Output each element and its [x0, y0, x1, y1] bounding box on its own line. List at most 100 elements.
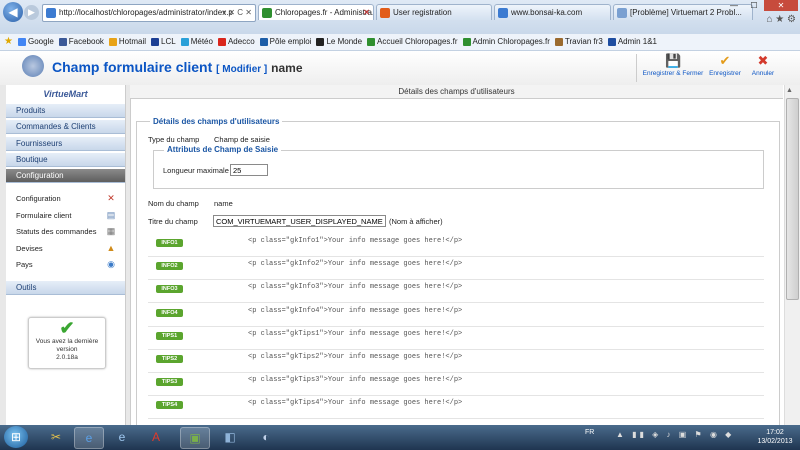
- favorite-link[interactable]: Adecco: [217, 34, 255, 50]
- forward-button[interactable]: ▶: [24, 5, 39, 20]
- sidebar-config-icon: ◉: [107, 259, 115, 269]
- field-title-label: Titre du champ: [148, 217, 198, 226]
- favorite-icon: [316, 37, 325, 46]
- ie-alt-icon[interactable]: e: [108, 427, 136, 447]
- sidebar-config-item[interactable]: Formulaire client ▤: [16, 209, 116, 222]
- close-window-button[interactable]: ✕: [764, 0, 798, 11]
- url-controls[interactable]: ▾ ✕ C ✕: [222, 5, 252, 21]
- sidebar-section[interactable]: Commandes & Clients: [6, 120, 125, 134]
- scroll-up-arrow-icon[interactable]: ▲: [786, 87, 793, 94]
- favorite-icon: [180, 37, 189, 46]
- cancel-icon: ✖: [757, 53, 769, 68]
- sidebar-config-item[interactable]: Devises ▲: [16, 242, 116, 255]
- sidebar-config-item[interactable]: Statuts des commandes ▦: [16, 225, 116, 238]
- start-button[interactable]: ⊞: [4, 426, 28, 448]
- favorites-bar: ★ Google Facebook Hotmail LCL Météo Adecco Pôle…: [0, 34, 800, 51]
- max-length-input[interactable]: [230, 164, 268, 176]
- favorite-label: Admin 1&1: [617, 37, 657, 46]
- info-row: TIPS3 <p class="gkTips3">Your info messag…: [148, 373, 764, 397]
- info-badge[interactable]: INFO3: [156, 285, 183, 294]
- main-header: Détails des champs d'utilisateurs: [130, 85, 783, 99]
- pdf-icon[interactable]: A: [142, 427, 170, 447]
- sidebar-section[interactable]: Fournisseurs: [6, 137, 125, 151]
- scrollbar-thumb[interactable]: [786, 98, 799, 300]
- favorite-label: Le Monde: [326, 37, 363, 46]
- maximize-button[interactable]: ☐: [744, 0, 764, 11]
- sidebar-config-item[interactable]: Configuration ✕: [16, 192, 116, 205]
- sidebar-section[interactable]: Configuration: [6, 169, 125, 183]
- tab-favicon-icon: [617, 8, 627, 18]
- favorite-label: Adecco: [227, 37, 255, 46]
- cancel-button[interactable]: ✖ Annuler: [745, 53, 781, 83]
- tab-favicon-icon: [380, 8, 390, 18]
- minimize-button[interactable]: —: [724, 0, 744, 11]
- sidebar-section[interactable]: Produits: [6, 104, 125, 118]
- tablet-icon[interactable]: ◧: [216, 427, 244, 447]
- sidebar-section[interactable]: Boutique: [6, 153, 125, 167]
- internet-explorer-icon[interactable]: e: [74, 427, 104, 449]
- favorite-link[interactable]: Hotmail: [108, 34, 147, 50]
- field-title-input[interactable]: [213, 215, 386, 227]
- info-badge[interactable]: INFO1: [156, 239, 183, 247]
- favorite-link[interactable]: Facebook: [58, 34, 104, 50]
- page-favicon-icon: [46, 7, 56, 18]
- toolbar-divider: [636, 54, 637, 82]
- favorite-label: Admin Chloropages.fr: [472, 37, 550, 46]
- joomla-logo: [22, 55, 44, 77]
- favorite-icon: [259, 37, 268, 46]
- clock-date: 13/02/2013: [757, 438, 793, 445]
- favorite-link[interactable]: Accueil Chloropages.fr: [367, 34, 458, 50]
- favorite-link[interactable]: Admin 1&1: [607, 34, 657, 50]
- favorite-label: Accueil Chloropages.fr: [377, 37, 458, 46]
- toolbar-button-label: Enregistrer: [709, 70, 741, 77]
- info-code-text: <p class="gkInfo3">Your info message goe…: [248, 283, 463, 292]
- favorite-icon: [554, 37, 563, 46]
- info-badge[interactable]: TIPS1: [156, 331, 183, 340]
- sidebar-item-outils[interactable]: Outils: [6, 281, 125, 295]
- app-icon[interactable]: ◐: [252, 427, 280, 447]
- field-type-label: Type du champ: [148, 135, 200, 144]
- info-code-text: <p class="gkInfo2">Your info message goe…: [248, 260, 463, 269]
- browser-tools-icons[interactable]: ⌂ ★ ⚙: [766, 14, 796, 25]
- favorite-link[interactable]: Météo: [180, 34, 213, 50]
- sidebar-config-label: Configuration: [16, 194, 61, 203]
- favorite-label: Météo: [190, 37, 213, 46]
- info-badge[interactable]: INFO2: [156, 262, 183, 271]
- info-badge[interactable]: INFO4: [156, 308, 183, 317]
- browser-tab[interactable]: User registration: [376, 4, 492, 20]
- info-badge[interactable]: TIPS4: [156, 401, 183, 410]
- browser-tab[interactable]: Chloropages.fr - Administra... ✕: [258, 4, 374, 20]
- back-button[interactable]: ◀: [3, 2, 23, 22]
- check-icon: ✔: [59, 318, 75, 338]
- save-close-button[interactable]: 💾 Enregistrer & Fermer: [640, 53, 706, 83]
- favorite-link[interactable]: Pôle emploi: [259, 34, 311, 50]
- favorite-link[interactable]: Google: [17, 34, 54, 50]
- info-code-text: <p class="gkTips4">Your info message goe…: [248, 399, 463, 408]
- version-number: 2.0.18a: [56, 354, 78, 361]
- language-indicator[interactable]: FR: [585, 429, 594, 436]
- favorite-link[interactable]: Le Monde: [316, 34, 362, 50]
- info-row: TIPS1 <p class="gkTips1">Your info messag…: [148, 327, 764, 350]
- info-row: TIPS4 <p class="gkTips4">Your info messag…: [148, 396, 764, 420]
- sidebar-config-icon: ▦: [106, 226, 116, 236]
- sidebar-config-label: Devises: [16, 243, 43, 253]
- editor-icon[interactable]: ▣: [180, 427, 210, 449]
- tab-close-icon[interactable]: ✕: [363, 5, 370, 20]
- favorite-label: Facebook: [68, 37, 104, 46]
- clock[interactable]: 17:02 13/02/2013: [752, 428, 798, 446]
- info-badge[interactable]: TIPS2: [156, 355, 183, 363]
- browser-tab[interactable]: www.bonsai-ka.com: [494, 4, 611, 20]
- info-badge[interactable]: TIPS3: [156, 378, 183, 387]
- favorite-link[interactable]: Admin Chloropages.fr: [462, 34, 550, 50]
- page-title-name: name: [271, 61, 303, 75]
- version-text-line2: version: [56, 346, 78, 353]
- system-tray-icons[interactable]: ▲ ▮▮ ◈ ♪ ▣ ⚑ ◉ ◆: [616, 430, 734, 439]
- favorites-star-icon[interactable]: ★: [4, 36, 13, 47]
- address-bar[interactable]: http://localhost/chloropages/administrat…: [42, 4, 256, 22]
- sidebar-config-item[interactable]: Pays ◉: [16, 258, 116, 271]
- save-button[interactable]: ✔ Enregistrer: [704, 53, 746, 83]
- favorite-label: Hotmail: [118, 37, 147, 46]
- favorite-link[interactable]: Travian fr3: [554, 34, 603, 50]
- ie-compat-icon[interactable]: ✂: [42, 427, 70, 447]
- favorite-link[interactable]: LCL: [151, 34, 176, 50]
